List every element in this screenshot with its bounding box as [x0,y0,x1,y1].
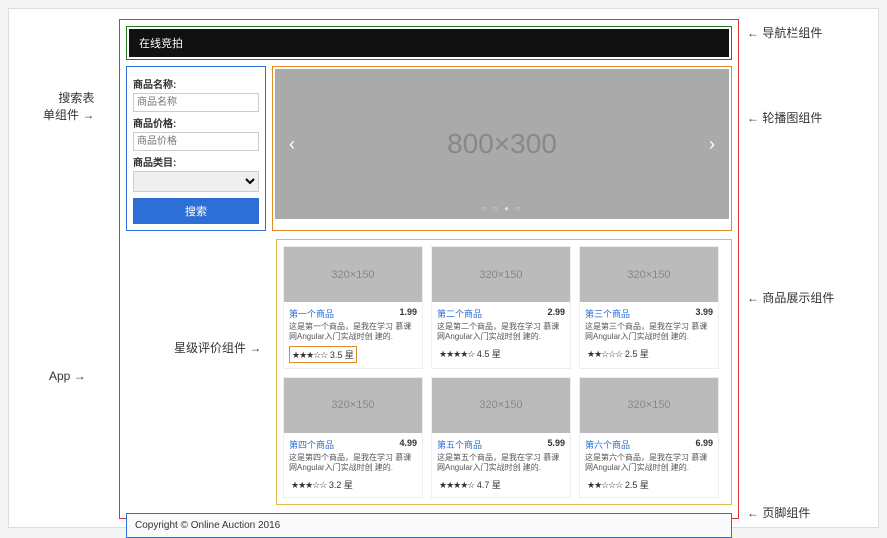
product-price: 2.99 [547,307,565,320]
category-label: 商品类目: [133,154,259,169]
annot-search: 搜索表 单组件 → [43,89,94,123]
annot-products: ← 商品展示组件 [747,289,834,306]
footer-component: Copyright © Online Auction 2016 [126,513,732,538]
rating-component: ★★☆☆☆ 2.5 星 [585,477,651,492]
product-desc: 这是第五个商品，是我在学习 慕课网Angular入门实战时创 建的. [437,453,565,474]
carousel-placeholder: 800×300 [309,128,695,160]
name-label: 商品名称: [133,76,259,91]
product-title[interactable]: 第二个商品 [437,307,482,320]
rating-component: ★★★★☆ 4.7 星 [437,477,503,492]
annot-app: App → [49,369,86,383]
star-icon: ★★☆☆☆ [587,480,622,490]
product-image-placeholder: 320×150 [432,378,570,433]
category-select[interactable] [133,171,259,192]
products-component-outline: 320×150 第一个商品 1.99 这是第一个商品，是我在学习 慕课网Angular… [276,239,732,505]
product-card: 320×150 第二个商品 2.99 这是第二个商品，是我在学习 慕课网Angular… [431,246,571,369]
price-input[interactable] [133,132,259,151]
carousel-indicators[interactable]: ○ ○ ● ○ [275,204,729,213]
rating-component: ★★☆☆☆ 2.5 星 [585,346,651,361]
product-title[interactable]: 第五个商品 [437,438,482,451]
product-desc: 这是第四个商品，是我在学习 慕课网Angular入门实战时创 建的. [289,453,417,474]
product-price: 5.99 [547,438,565,451]
rating-text: 2.5 星 [625,349,649,359]
product-card: 320×150 第四个商品 4.99 这是第四个商品，是我在学习 慕课网Angular… [283,377,423,498]
product-image-placeholder: 320×150 [580,378,718,433]
name-input[interactable] [133,93,259,112]
rating-component: ★★★★☆ 4.5 星 [437,346,503,361]
app-container: 在线竞拍 商品名称: 商品价格: 商品类目: 搜索 ‹ 800×300 › ○ … [119,19,739,519]
search-button[interactable]: 搜索 [133,198,259,224]
carousel: ‹ 800×300 › ○ ○ ● ○ [275,69,729,219]
carousel-next-icon[interactable]: › [695,134,729,155]
product-title[interactable]: 第一个商品 [289,307,334,320]
search-form-component: 商品名称: 商品价格: 商品类目: 搜索 [126,66,266,231]
product-price: 4.99 [399,438,417,451]
star-icon: ★★★☆☆ [292,350,327,360]
footer-text: Copyright © Online Auction 2016 [135,520,280,531]
star-icon: ★★★☆☆ [291,480,326,490]
rating-component: ★★★☆☆ 3.5 星 [289,346,357,363]
annot-carousel: ← 轮播图组件 [747,109,822,126]
star-icon: ★★★★☆ [439,349,474,359]
product-image-placeholder: 320×150 [284,247,422,302]
product-price: 3.99 [695,307,713,320]
carousel-component-outline: ‹ 800×300 › ○ ○ ● ○ [272,66,732,231]
product-image-placeholder: 320×150 [580,247,718,302]
product-title[interactable]: 第四个商品 [289,438,334,451]
product-grid: 320×150 第一个商品 1.99 这是第一个商品，是我在学习 慕课网Angular… [283,246,725,498]
carousel-prev-icon[interactable]: ‹ [275,134,309,155]
product-title[interactable]: 第三个商品 [585,307,630,320]
rating-component: ★★★☆☆ 3.2 星 [289,477,355,492]
product-desc: 这是第三个商品，是我在学习 慕课网Angular入门实战时创 建的. [585,322,713,343]
star-icon: ★★☆☆☆ [587,349,622,359]
navbar-brand[interactable]: 在线竞拍 [139,38,183,50]
rating-text: 4.7 星 [477,480,501,490]
product-price: 6.99 [695,438,713,451]
navbar-component-outline: 在线竞拍 [126,26,732,60]
rating-text: 3.2 星 [329,480,353,490]
product-card: 320×150 第一个商品 1.99 这是第一个商品，是我在学习 慕课网Angular… [283,246,423,369]
price-label: 商品价格: [133,115,259,130]
navbar: 在线竞拍 [129,29,729,57]
product-image-placeholder: 320×150 [432,247,570,302]
annot-navbar: ← 导航栏组件 [747,24,822,41]
product-price: 1.99 [399,307,417,320]
rating-text: 4.5 星 [477,349,501,359]
product-desc: 这是第一个商品，是我在学习 慕课网Angular入门实战时创 建的. [289,322,417,343]
product-title[interactable]: 第六个商品 [585,438,630,451]
product-image-placeholder: 320×150 [284,378,422,433]
product-card: 320×150 第六个商品 6.99 这是第六个商品，是我在学习 慕课网Angular… [579,377,719,498]
annot-footer: ← 页脚组件 [747,504,810,521]
product-desc: 这是第二个商品，是我在学习 慕课网Angular入门实战时创 建的. [437,322,565,343]
product-desc: 这是第六个商品，是我在学习 慕课网Angular入门实战时创 建的. [585,453,713,474]
product-card: 320×150 第五个商品 5.99 这是第五个商品，是我在学习 慕课网Angular… [431,377,571,498]
diagram-canvas: ← 导航栏组件 ← 轮播图组件 ← 商品展示组件 ← 页脚组件 搜索表 单组件 … [8,8,879,528]
product-card: 320×150 第三个商品 3.99 这是第三个商品，是我在学习 慕课网Angular… [579,246,719,369]
rating-text: 3.5 星 [330,350,354,360]
rating-text: 2.5 星 [625,480,649,490]
star-icon: ★★★★☆ [439,480,474,490]
